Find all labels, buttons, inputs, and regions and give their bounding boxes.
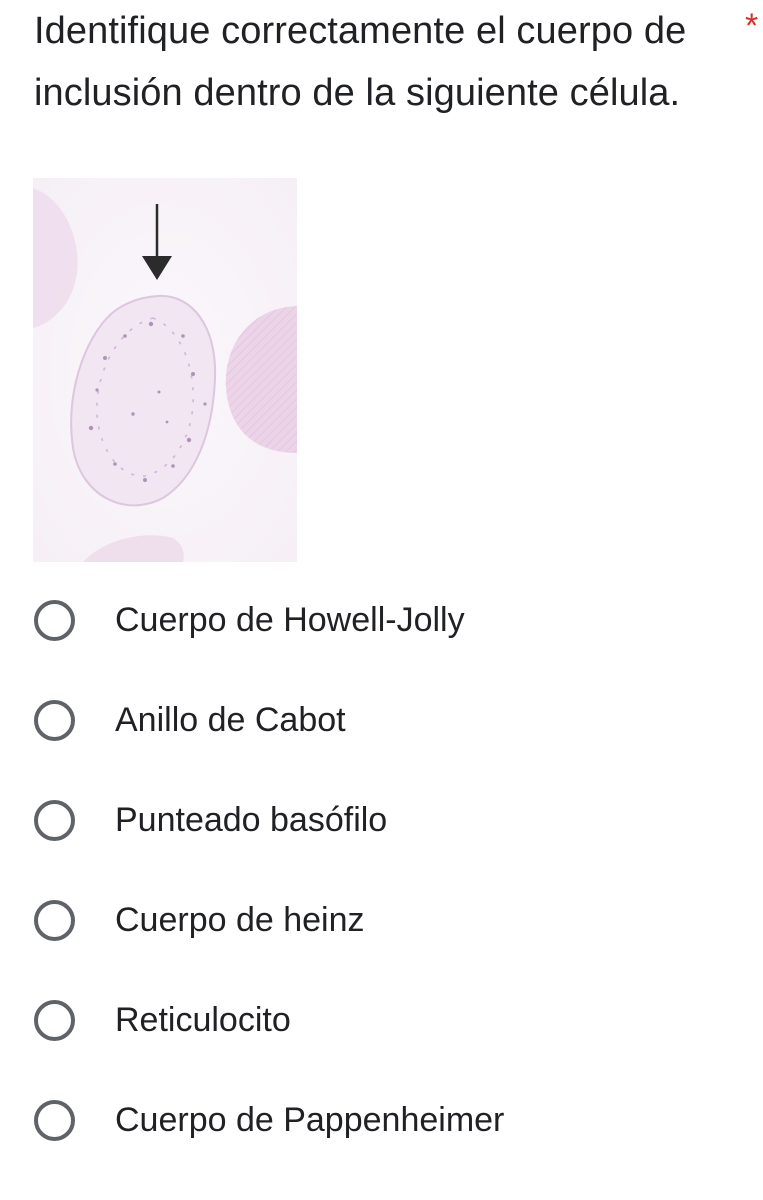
option-anillo-cabot[interactable]: Anillo de Cabot	[34, 700, 734, 800]
radio-button-icon[interactable]	[34, 1000, 75, 1041]
option-reticulocito[interactable]: Reticulocito	[34, 1000, 734, 1100]
option-label: Cuerpo de Howell-Jolly	[115, 601, 465, 639]
required-asterisk: *	[745, 7, 759, 45]
option-howell-jolly[interactable]: Cuerpo de Howell-Jolly	[34, 600, 734, 700]
radio-button-icon[interactable]	[34, 1100, 75, 1141]
option-pappenheimer[interactable]: Cuerpo de Pappenheimer	[34, 1100, 734, 1200]
option-label: Anillo de Cabot	[115, 701, 346, 739]
option-cuerpo-heinz[interactable]: Cuerpo de heinz	[34, 900, 734, 1000]
option-label: Cuerpo de Pappenheimer	[115, 1101, 505, 1139]
radio-button-icon[interactable]	[34, 800, 75, 841]
option-label: Cuerpo de heinz	[115, 901, 365, 939]
option-label: Reticulocito	[115, 1001, 291, 1039]
question-title: Identifique correctamente el cuerpo de i…	[34, 10, 687, 114]
cell-micrograph-image	[33, 178, 297, 562]
option-label: Punteado basófilo	[115, 801, 388, 839]
option-punteado-basofilo[interactable]: Punteado basófilo	[34, 800, 734, 900]
radio-button-icon[interactable]	[34, 700, 75, 741]
radio-button-icon[interactable]	[34, 600, 75, 641]
radio-button-icon[interactable]	[34, 900, 75, 941]
